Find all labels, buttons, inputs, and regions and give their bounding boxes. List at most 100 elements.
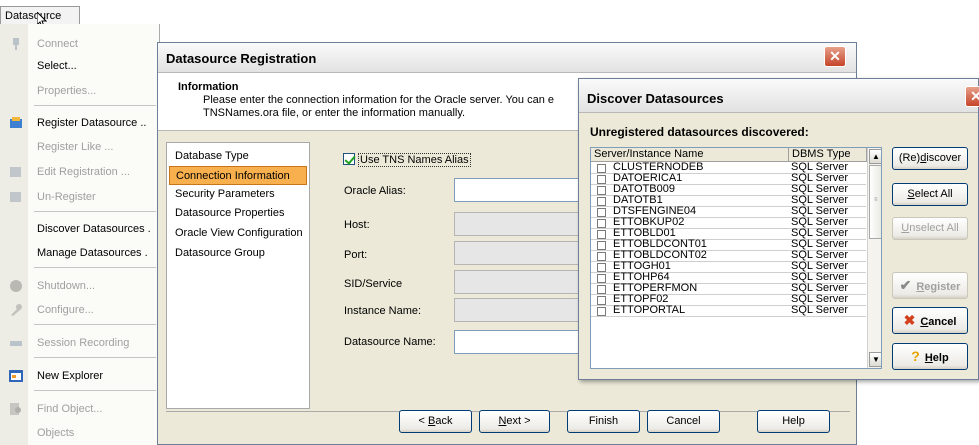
menu-item-register-like[interactable]: Register Like ... xyxy=(0,136,160,158)
row-checkbox[interactable] xyxy=(597,274,606,283)
menu-item-register-datasource[interactable]: Register Datasource .. xyxy=(0,112,160,134)
row-checkbox[interactable] xyxy=(597,230,606,239)
menu-item-configure[interactable]: Configure... xyxy=(0,299,160,321)
unregister-icon xyxy=(10,192,21,202)
port-label: Port: xyxy=(344,249,368,261)
row-checkbox[interactable] xyxy=(597,197,606,206)
row-checkbox[interactable] xyxy=(597,164,606,173)
row-checkbox[interactable] xyxy=(597,241,606,250)
step-connection-information[interactable]: Connection Information xyxy=(169,166,307,185)
column-header-dbms-type[interactable]: DBMS Type xyxy=(789,148,867,162)
step-database-type[interactable]: Database Type xyxy=(169,147,307,166)
row-checkbox[interactable] xyxy=(597,285,606,294)
discover-help-button[interactable]: ? Help xyxy=(892,343,968,370)
menu-item-manage-datasources[interactable]: Manage Datasources . xyxy=(0,242,160,264)
sid-service-label: SID/Service xyxy=(344,278,403,290)
step-security-parameters[interactable]: Security Parameters xyxy=(169,185,307,204)
discover-datasources-dialog: Discover Datasources ✕ Unregistered data… xyxy=(578,78,979,380)
new-explorer-icon xyxy=(9,370,23,382)
server-instance-name: ETTOPORTAL xyxy=(613,304,686,316)
row-checkbox[interactable] xyxy=(597,307,606,316)
step-oracle-view-configuration[interactable]: Oracle View Configuration xyxy=(169,224,307,243)
row-divider xyxy=(591,316,866,317)
menu-item-objects[interactable]: Objects xyxy=(0,422,160,444)
host-input[interactable] xyxy=(454,212,594,236)
menu-separator xyxy=(34,324,156,325)
menu-item-edit-registration[interactable]: Edit Registration ... xyxy=(0,161,160,183)
unregistered-heading: Unregistered datasources discovered: xyxy=(590,125,809,139)
close-icon: ✕ xyxy=(829,48,841,64)
instance-name-label: Instance Name: xyxy=(344,305,422,317)
register-datasource-icon xyxy=(10,117,22,128)
sid-service-input[interactable] xyxy=(454,270,594,294)
back-button[interactable]: < Back xyxy=(399,410,472,433)
registration-close-button[interactable]: ✕ xyxy=(824,46,846,67)
discover-title: Discover Datasources xyxy=(587,91,724,106)
row-checkbox[interactable] xyxy=(597,219,606,228)
session-recording-icon xyxy=(10,341,22,346)
discover-close-button[interactable]: ✕ xyxy=(965,86,979,107)
row-checkbox[interactable] xyxy=(597,208,606,217)
menu-item-session-recording[interactable]: Session Recording xyxy=(0,332,160,354)
scroll-thumb[interactable]: ≡ xyxy=(869,165,881,239)
close-icon: ✕ xyxy=(970,88,979,104)
find-object-icon xyxy=(10,403,21,415)
checkmark-icon: ✔ xyxy=(899,277,912,293)
step-datasource-group[interactable]: Datasource Group xyxy=(169,244,307,263)
unselect-all-button[interactable]: Unselect All xyxy=(892,217,968,240)
dbms-type: SQL Server xyxy=(791,304,849,316)
datasource-name-label: Datasource Name: xyxy=(344,336,436,348)
datasource-name-input[interactable] xyxy=(454,330,594,354)
scroll-grip-icon: ≡ xyxy=(874,197,878,203)
row-checkbox[interactable] xyxy=(597,296,606,305)
menu-item-connect[interactable]: Connect xyxy=(0,33,160,55)
column-header-server-instance[interactable]: Server/Instance Name xyxy=(591,148,789,162)
menu-separator xyxy=(34,390,156,391)
row-checkbox[interactable] xyxy=(597,263,606,272)
finish-button[interactable]: Finish xyxy=(567,410,640,433)
scroll-up-arrow-icon[interactable]: ▲ xyxy=(869,149,881,164)
menu-separator xyxy=(34,357,156,358)
menu-item-discover-datasources[interactable]: Discover Datasources . xyxy=(0,218,160,240)
row-checkbox[interactable] xyxy=(597,252,606,261)
oracle-alias-input[interactable] xyxy=(454,178,594,202)
host-label: Host: xyxy=(344,219,370,231)
help-button[interactable]: Help xyxy=(757,410,830,433)
cancel-button[interactable]: Cancel xyxy=(647,410,720,433)
menu-bar: Datasource xyxy=(0,0,979,28)
row-checkbox[interactable] xyxy=(597,175,606,184)
register-button[interactable]: ✔ Register xyxy=(892,272,968,299)
info-text-line-1: Please enter the connection information … xyxy=(203,94,554,106)
info-title: Information xyxy=(178,81,239,93)
menu-item-find-object[interactable]: Find Object... xyxy=(0,398,160,420)
menu-separator xyxy=(34,211,156,212)
registration-title: Datasource Registration xyxy=(166,51,317,66)
scroll-down-arrow-icon[interactable]: ▼ xyxy=(869,352,881,367)
step-datasource-properties[interactable]: Datasource Properties xyxy=(169,204,307,223)
registration-title-bar: Datasource Registration ✕ xyxy=(158,43,856,73)
menu-item-un-register[interactable]: Un-Register xyxy=(0,186,160,208)
use-tns-names-alias-checkbox[interactable]: Use TNS Names Alias xyxy=(343,153,471,167)
instance-name-input[interactable] xyxy=(454,298,594,322)
port-input[interactable] xyxy=(454,241,594,265)
wizard-step-list: Database Type Connection Information Sec… xyxy=(166,142,310,409)
rediscover-button[interactable]: (Re)discover xyxy=(892,147,968,170)
select-all-button[interactable]: Select All xyxy=(892,183,968,206)
grid-vertical-scrollbar[interactable]: ▲ ≡ ▼ xyxy=(867,148,881,368)
row-checkbox[interactable] xyxy=(597,186,606,195)
menu-item-new-explorer[interactable]: New Explorer xyxy=(0,365,160,387)
connect-icon xyxy=(13,38,19,50)
menu-item-shutdown[interactable]: Shutdown... xyxy=(0,275,160,297)
oracle-alias-label: Oracle Alias: xyxy=(344,185,406,197)
discover-cancel-button[interactable]: ✖ Cancel xyxy=(892,307,968,334)
next-button[interactable]: Next > xyxy=(479,410,550,433)
datasource-dropdown-menu: Connect Select... Properties... Register… xyxy=(0,24,160,445)
help-question-icon: ? xyxy=(911,348,920,364)
menu-item-properties[interactable]: Properties... xyxy=(0,80,160,102)
checkbox-checked-icon xyxy=(343,153,355,165)
menu-item-select[interactable]: Select... xyxy=(0,55,160,77)
cancel-x-icon: ✖ xyxy=(903,312,916,328)
table-row[interactable]: ETTOPORTAL SQL Server xyxy=(591,304,866,317)
info-text-line-2: TNSNames.ora file, or enter the informat… xyxy=(203,107,466,119)
edit-registration-icon xyxy=(10,167,21,177)
